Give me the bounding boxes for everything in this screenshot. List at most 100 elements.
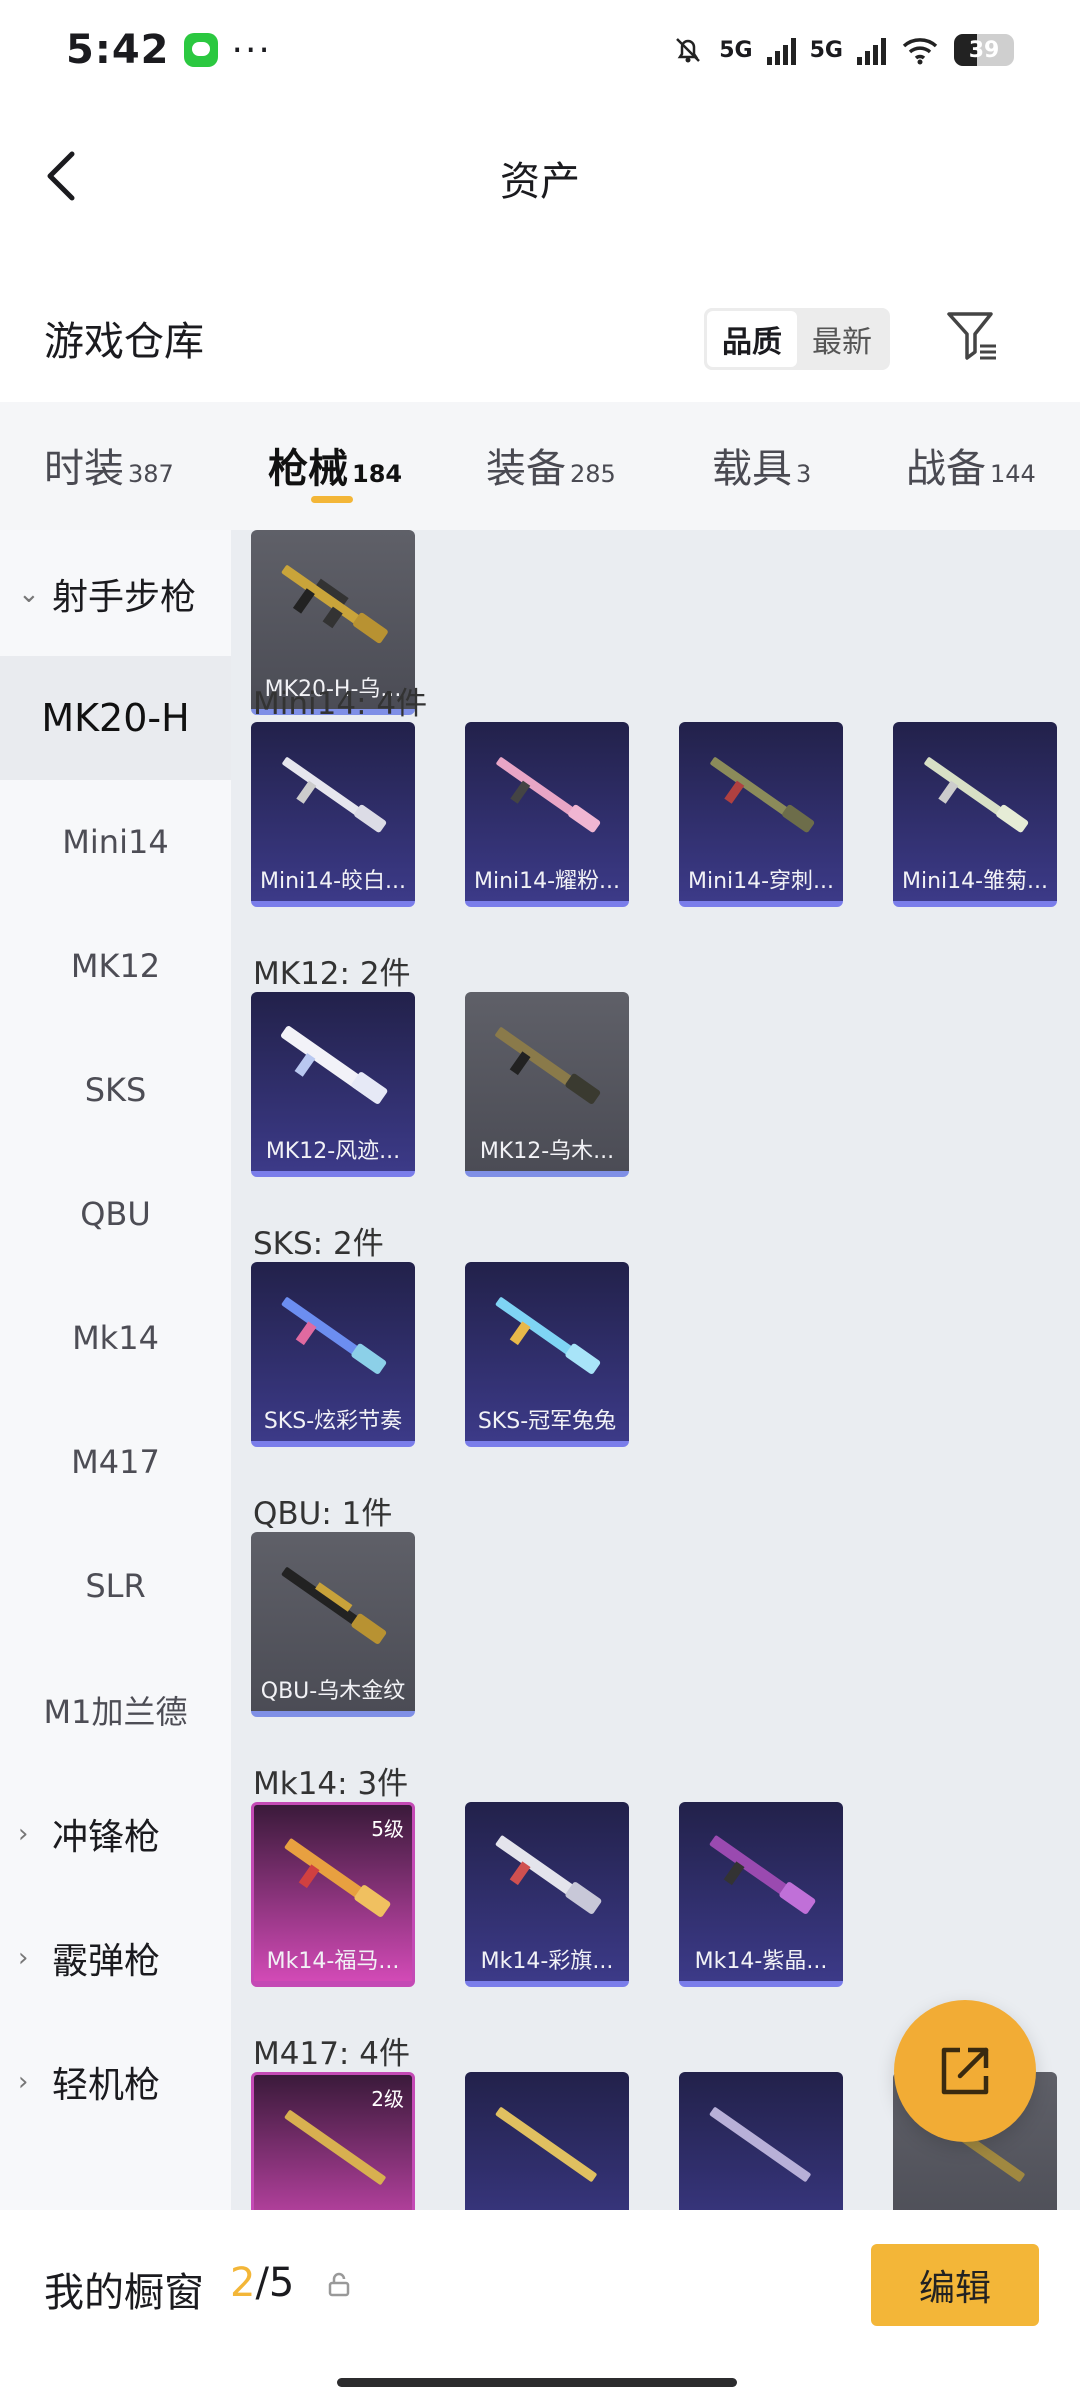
status-bar: 5:42 ··· 5G 5G 39: [0, 0, 1080, 100]
weapon-card[interactable]: QBU-乌木金纹: [251, 1532, 415, 1717]
chevron-down-icon: ⌄: [18, 579, 40, 609]
sidebar-group-shotgun[interactable]: › 霰弹枪: [0, 1896, 231, 2020]
weapon-card[interactable]: [465, 2072, 629, 2210]
tab-supplies[interactable]: 战备 144: [906, 436, 1036, 494]
rifle-icon: [709, 1835, 816, 1914]
tab-equipment[interactable]: 装备 285: [486, 436, 616, 494]
tab-outfits[interactable]: 时装 387: [44, 436, 174, 494]
network-5g-label-2: 5G: [809, 37, 843, 63]
weapon-card[interactable]: Mini14-雏菊...: [893, 722, 1057, 907]
back-arrow-icon[interactable]: [36, 146, 96, 206]
category-tabs: 时装 387 枪械 184 装备 285 载具 3 战备 144: [0, 402, 1080, 530]
tab-label: 战备: [906, 446, 986, 492]
home-indicator[interactable]: [337, 2378, 737, 2387]
showcase-current: 2: [230, 2260, 256, 2306]
share-button[interactable]: [894, 2000, 1036, 2142]
weapon-name: Mini14-耀粉...: [473, 869, 621, 894]
sidebar-item-sks[interactable]: SKS: [0, 1028, 231, 1152]
weapon-card[interactable]: Mini14-皎白...: [251, 722, 415, 907]
weapon-sidebar: ⌄ 射手步枪 MK20-H Mini14 MK12 SKS QBU Mk14 M4…: [0, 530, 231, 2210]
section-title-mk14: Mk14: 3件: [253, 1766, 409, 1802]
weapon-card[interactable]: Mk14-紫晶...: [679, 1802, 843, 1987]
mute-bell-icon: [676, 38, 701, 63]
page-title: 资产: [500, 158, 580, 205]
sidebar-item-qbu[interactable]: QBU: [0, 1152, 231, 1276]
active-tab-indicator: [311, 496, 353, 503]
sort-latest-button[interactable]: 最新: [797, 311, 887, 367]
weapon-card[interactable]: 2级: [251, 2072, 415, 2210]
rifle-icon: [284, 1838, 391, 1917]
sidebar-group-label: 霰弹枪: [52, 1941, 161, 1982]
section-title-mini14: Mini14: 4件: [253, 686, 428, 722]
tab-label: 装备: [486, 446, 566, 492]
weapon-name: QBU-乌木金纹: [260, 1679, 406, 1704]
section-title-m417: M417: 4件: [253, 2036, 410, 2072]
tab-count: 144: [990, 460, 1036, 488]
warehouse-header: 游戏仓库 品质 最新: [0, 288, 1080, 388]
sidebar-group-label: 轻机枪: [52, 2065, 161, 2106]
tab-count: 3: [796, 460, 812, 488]
sidebar-item-m1-garand[interactable]: M1加兰德: [0, 1648, 231, 1772]
signal-icon-2: [857, 35, 886, 65]
weapon-card[interactable]: Mk14-彩旗...: [465, 1802, 629, 1987]
sidebar-group-smg[interactable]: › 冲锋枪: [0, 1772, 231, 1896]
rifle-icon: [281, 1567, 387, 1644]
sidebar-item-mk14[interactable]: Mk14: [0, 1276, 231, 1400]
weapon-card[interactable]: 5级 Mk14-福马...: [251, 1802, 415, 1987]
tab-count: 184: [352, 460, 403, 488]
rifle-icon: [281, 1026, 388, 1104]
weapon-name: SKS-冠军兔兔: [477, 1409, 617, 1434]
sidebar-group-label: 冲锋枪: [52, 1817, 161, 1858]
tab-firearms[interactable]: 枪械 184: [268, 436, 402, 494]
tab-label: 载具: [712, 446, 792, 492]
tab-count: 285: [570, 460, 616, 488]
showcase-bar: 我的橱窗 2/5 编辑: [0, 2210, 1080, 2400]
weapon-card[interactable]: SKS-冠军兔兔: [465, 1262, 629, 1447]
weapon-card[interactable]: Mini14-穿刺...: [679, 722, 843, 907]
rifle-icon: [496, 757, 601, 833]
sidebar-group-dmr[interactable]: ⌄ 射手步枪: [0, 532, 231, 656]
chevron-right-icon: ›: [18, 1819, 29, 1849]
showcase-total: /5: [255, 2260, 295, 2306]
signal-icon: [766, 35, 796, 65]
sidebar-group-label: 射手步枪: [52, 577, 197, 618]
sidebar-item-mk12[interactable]: MK12: [0, 904, 231, 1028]
battery-level: 39: [968, 37, 1000, 63]
sidebar-item-mk20h[interactable]: MK20-H: [0, 656, 231, 780]
lock-icon: [328, 2272, 350, 2297]
weapon-card[interactable]: MK12-乌木...: [465, 992, 629, 1177]
sidebar-item-mini14[interactable]: Mini14: [0, 780, 231, 904]
filter-icon[interactable]: [944, 308, 1002, 366]
message-app-icon: [183, 33, 218, 67]
weapon-card[interactable]: Mini14-耀粉...: [465, 722, 629, 907]
tab-label: 枪械: [268, 446, 348, 492]
section-title-mk12: MK12: 2件: [253, 956, 411, 992]
weapon-card[interactable]: SKS-炫彩节奏: [251, 1262, 415, 1447]
rifle-icon: [495, 1027, 601, 1104]
sort-quality-button[interactable]: 品质: [707, 311, 797, 367]
weapon-card[interactable]: [679, 2072, 843, 2210]
section-title-qbu: QBU: 1件: [253, 1496, 393, 1532]
sidebar-item-slr[interactable]: SLR: [0, 1524, 231, 1648]
tab-label: 时装: [44, 446, 124, 492]
sidebar-group-lmg[interactable]: › 轻机枪: [0, 2020, 231, 2144]
weapon-name: Mk14-福马...: [266, 1949, 400, 1974]
sidebar-item-m417[interactable]: M417: [0, 1400, 231, 1524]
weapon-card[interactable]: MK12-风迹...: [251, 992, 415, 1177]
wifi-icon: [902, 38, 938, 65]
tab-count: 387: [128, 460, 174, 488]
showcase-label: 我的橱窗: [44, 2270, 204, 2316]
tab-vehicles[interactable]: 载具 3: [712, 436, 811, 494]
rifle-icon: [284, 2110, 386, 2185]
chevron-right-icon: ›: [18, 1943, 29, 1973]
edit-button[interactable]: 编辑: [871, 2244, 1039, 2326]
weapon-name: Mini14-皎白...: [259, 869, 407, 894]
weapon-name: Mini14-雏菊...: [901, 869, 1049, 894]
weapon-grid: MK20-H-乌... Mini14: 4件 Mini14-皎白... Mini…: [231, 530, 1080, 2210]
rifle-icon: [495, 2107, 597, 2182]
showcase-count: 2/5: [230, 2260, 294, 2306]
weapon-name: Mk14-紫晶...: [694, 1949, 828, 1974]
sort-toggle: 品质 最新: [704, 308, 890, 370]
rifle-icon: [495, 1835, 602, 1914]
rifle-icon: [924, 757, 1029, 833]
